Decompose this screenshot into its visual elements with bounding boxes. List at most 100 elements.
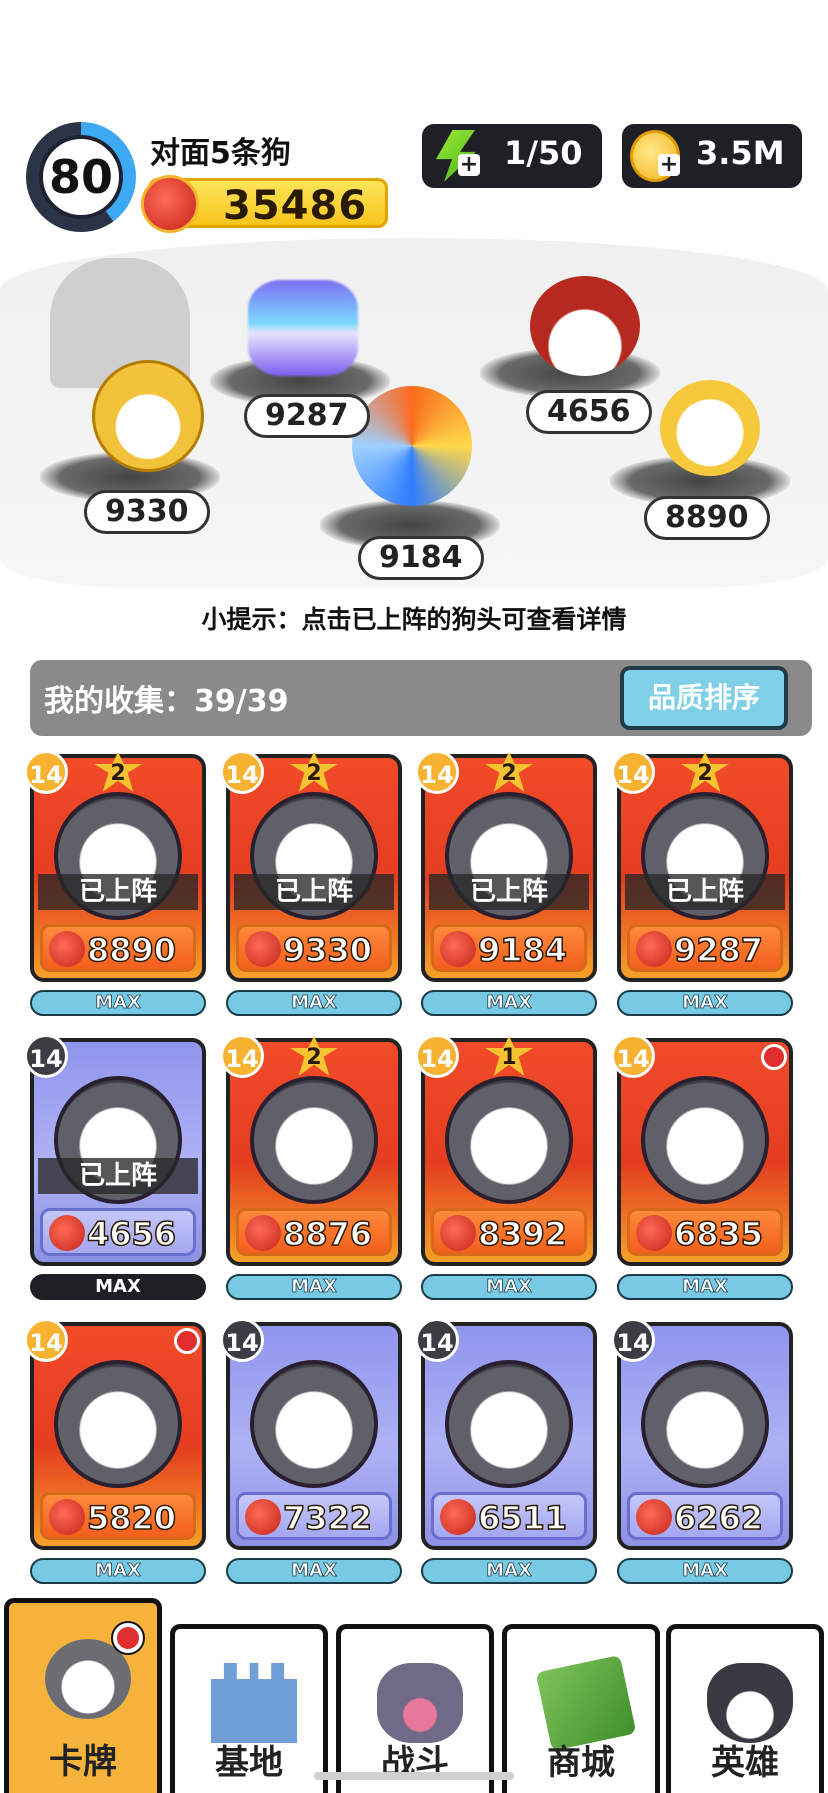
coins-pill[interactable]: + 3.5M xyxy=(622,124,802,188)
pet-card[interactable]: 14 2 已上阵 9330 xyxy=(220,750,402,982)
card-power-value: 6835 xyxy=(673,1214,764,1254)
level-value: 80 xyxy=(39,135,123,219)
pet-card[interactable]: 14 2 已上阵 8890 xyxy=(24,750,206,982)
energy-pill[interactable]: + 1/50 xyxy=(422,124,602,188)
card-power: 8876 xyxy=(236,1208,392,1256)
card-power-value: 9287 xyxy=(673,930,764,970)
nav-label: 基地 xyxy=(215,1743,283,1783)
arena-pet-soldier-dog[interactable] xyxy=(530,276,640,376)
deployed-label: 已上阵 xyxy=(38,874,198,910)
deployed-label: 已上阵 xyxy=(38,1158,198,1194)
nav-tab-base[interactable]: 基地 xyxy=(170,1624,328,1793)
dog-portrait xyxy=(54,1360,182,1488)
arena-power-label: 8890 xyxy=(644,496,770,540)
hint-text: 小提示：点击已上阵的狗头可查看详情 xyxy=(201,605,627,634)
level-ring[interactable]: 80 xyxy=(26,122,136,232)
coins-value: 3.5M xyxy=(696,134,785,172)
max-level-bar: MAX xyxy=(421,990,597,1016)
castle-icon xyxy=(211,1663,297,1743)
card-power: 9287 xyxy=(627,924,783,972)
card-power-value: 9330 xyxy=(282,930,373,970)
fist-icon xyxy=(141,175,199,233)
dog-card-icon xyxy=(45,1639,131,1719)
fist-icon xyxy=(245,931,281,967)
collection-header: 我的收集：39/39 品质排序 xyxy=(30,660,812,736)
card-power: 6835 xyxy=(627,1208,783,1256)
quality-sort-button[interactable]: 品质排序 xyxy=(620,666,788,730)
card-power: 7322 xyxy=(236,1492,392,1540)
card-power-value: 8876 xyxy=(282,1214,373,1254)
card-level-badge: 14 xyxy=(611,1318,655,1362)
pet-card[interactable]: 14 7322 xyxy=(220,1318,402,1550)
card-power: 4656 xyxy=(40,1208,196,1256)
deployed-label: 已上阵 xyxy=(429,874,589,910)
card-power: 5820 xyxy=(40,1492,196,1540)
collection-count: 我的收集：39/39 xyxy=(44,684,289,719)
nav-label: 商城 xyxy=(547,1743,615,1783)
nav-tab-shop[interactable]: 商城 xyxy=(502,1624,660,1793)
pet-card[interactable]: 14 6835 xyxy=(611,1034,793,1266)
deployed-label: 已上阵 xyxy=(625,874,785,910)
pet-card[interactable]: 14 1 8392 xyxy=(415,1034,597,1266)
pet-card[interactable]: 14 5820 xyxy=(24,1318,206,1550)
dog-portrait xyxy=(641,1076,769,1204)
pet-card[interactable]: 14 2 已上阵 9287 xyxy=(611,750,793,982)
total-power-pill: 35486 xyxy=(141,175,388,233)
card-power-value: 7322 xyxy=(282,1498,373,1538)
bottom-nav: 卡牌 基地 战斗 商城 英雄 xyxy=(0,1594,828,1793)
card-power: 6262 xyxy=(627,1492,783,1540)
energy-value: 1/50 xyxy=(504,134,583,172)
nav-tab-battle[interactable]: 战斗 xyxy=(336,1624,494,1793)
nav-label: 卡牌 xyxy=(49,1742,117,1782)
home-indicator xyxy=(314,1772,514,1780)
pet-card[interactable]: 14 已上阵 4656 xyxy=(24,1034,206,1266)
fist-icon xyxy=(245,1215,281,1251)
arena-pet-fire-ice-dog[interactable] xyxy=(352,386,472,506)
fist-icon xyxy=(636,1499,672,1535)
max-level-bar: MAX xyxy=(421,1558,597,1584)
card-power: 6511 xyxy=(431,1492,587,1540)
dog-portrait xyxy=(641,1360,769,1488)
card-level-badge: 14 xyxy=(415,750,459,794)
max-level-bar: MAX xyxy=(226,1558,402,1584)
total-power-value: 35486 xyxy=(223,183,368,229)
pet-card[interactable]: 14 2 已上阵 9184 xyxy=(415,750,597,982)
arena-pet-glitch-dog[interactable] xyxy=(248,280,358,376)
player-name: 对面5条狗 xyxy=(150,136,291,171)
card-level-badge: 14 xyxy=(24,1034,68,1078)
arena-pet-gold-helmet-dog[interactable] xyxy=(92,360,204,472)
fist-icon xyxy=(636,1215,672,1251)
card-level-badge: 14 xyxy=(611,750,655,794)
plus-icon[interactable]: + xyxy=(458,154,480,176)
dog-portrait xyxy=(250,1360,378,1488)
hero-dog-icon xyxy=(707,1663,793,1743)
card-power: 8890 xyxy=(40,924,196,972)
max-level-bar: MAX xyxy=(617,1274,793,1300)
pet-card[interactable]: 14 6262 xyxy=(611,1318,793,1550)
max-level-bar: MAX xyxy=(617,990,793,1016)
fist-icon xyxy=(49,1215,85,1251)
notification-dot xyxy=(174,1328,200,1354)
card-power-value: 4656 xyxy=(86,1214,177,1254)
card-power: 8392 xyxy=(431,1208,587,1256)
arena-pet-crown-dog[interactable] xyxy=(660,380,760,476)
deployed-label: 已上阵 xyxy=(234,874,394,910)
card-power-value: 8392 xyxy=(477,1214,568,1254)
pet-card[interactable]: 14 2 8876 xyxy=(220,1034,402,1266)
plus-icon[interactable]: + xyxy=(658,154,680,176)
card-level-badge: 14 xyxy=(611,1034,655,1078)
nav-tab-heroes[interactable]: 英雄 xyxy=(666,1624,824,1793)
max-level-bar: MAX xyxy=(30,990,206,1016)
card-level-badge: 14 xyxy=(24,1318,68,1362)
max-level-bar: MAX xyxy=(421,1274,597,1300)
nav-tab-cards[interactable]: 卡牌 xyxy=(4,1598,162,1793)
card-power-value: 6262 xyxy=(673,1498,764,1538)
pet-card[interactable]: 14 6511 xyxy=(415,1318,597,1550)
max-level-bar: MAX xyxy=(226,990,402,1016)
card-power: 9184 xyxy=(431,924,587,972)
paw-icon xyxy=(377,1663,463,1743)
fist-icon xyxy=(440,1499,476,1535)
card-power-value: 6511 xyxy=(477,1498,568,1538)
card-level-badge: 14 xyxy=(220,750,264,794)
arena-power-label: 9330 xyxy=(84,490,210,534)
